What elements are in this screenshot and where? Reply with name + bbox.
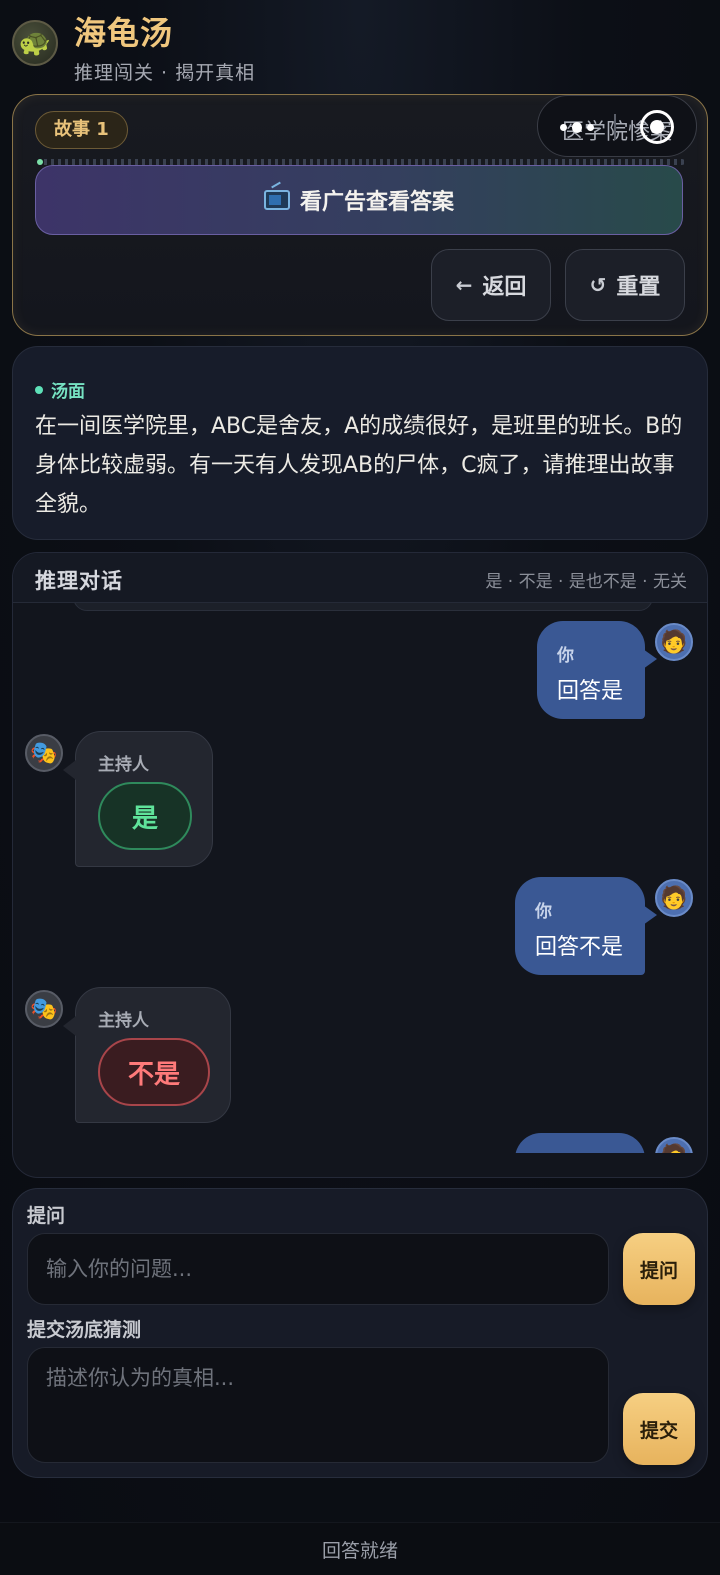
host-avatar: 🎭 <box>25 990 63 1028</box>
app-header: 🐢 海龟汤 推理闯关 · 揭开真相 <box>0 0 720 92</box>
dialog-card: 推理对话 是 · 不是 · 是也不是 · 无关 你 回答是 🧑 🎭 主持人 是 … <box>12 552 708 1178</box>
close-miniprogram-icon[interactable] <box>640 110 674 144</box>
scenario-text: 在一间医学院里，ABC是舍友，A的成绩很好，是班里的班长。B的身体比较虚弱。有一… <box>35 414 683 517</box>
message-text: 回答不是 <box>535 935 624 960</box>
guess-label: 提交汤底猜测 <box>27 1319 142 1341</box>
arrow-left-icon: ← <box>455 273 473 297</box>
user-avatar: 🧑 <box>655 879 693 917</box>
user-avatar: 🧑 <box>655 623 693 661</box>
reset-label: 重置 <box>616 275 661 300</box>
more-menu-icon[interactable] <box>560 121 594 133</box>
answer-legend: 是 · 不是 · 是也不是 · 无关 <box>485 572 687 592</box>
input-card: 提问 提问 提交汤底猜测 提交 <box>12 1188 708 1478</box>
ask-label: 提问 <box>27 1205 66 1227</box>
watch-ad-label: 看广告查看答案 <box>299 190 454 215</box>
capsule-divider <box>614 114 616 140</box>
chat-scroll-area[interactable]: 你 回答是 🧑 🎭 主持人 是 你 回答不是 🧑 🎭 主持人 不是 <box>13 603 707 1153</box>
user-message-partial <box>515 1133 645 1153</box>
user-message: 你 回答是 <box>537 621 657 719</box>
verdict-no-badge: 不是 <box>98 1038 210 1106</box>
status-bar: 回答就绪 <box>0 1522 720 1575</box>
watch-ad-answer-button[interactable]: 看广告查看答案 <box>35 165 683 235</box>
submit-guess-button[interactable]: 提交 <box>623 1393 695 1465</box>
back-button[interactable]: ← 返回 <box>431 249 551 321</box>
mini-program-capsule: 医学院惨案 <box>537 95 697 157</box>
dialog-title: 推理对话 <box>35 569 123 593</box>
story-progress-fill <box>37 159 44 165</box>
ask-button[interactable]: 提问 <box>623 1233 695 1305</box>
dot-icon <box>35 385 43 394</box>
previous-message-stub <box>73 603 653 611</box>
scenario-label: 汤面 <box>35 377 85 402</box>
reset-button[interactable]: ↺ 重置 <box>565 249 685 321</box>
story-number-badge: 故事 1 <box>35 111 128 149</box>
tv-icon <box>263 190 290 210</box>
scenario-label-text: 汤面 <box>51 382 85 402</box>
app-title: 海龟汤 <box>74 14 174 52</box>
message-sender: 你 <box>557 646 574 666</box>
user-message: 你 回答不是 <box>515 877 657 975</box>
message-sender: 主持人 <box>98 1011 149 1031</box>
reset-icon: ↺ <box>589 273 607 297</box>
message-sender: 你 <box>535 902 552 922</box>
host-message: 主持人 是 <box>63 731 213 867</box>
back-label: 返回 <box>482 275 527 300</box>
turtle-icon: 🐢 <box>12 20 58 66</box>
host-avatar: 🎭 <box>25 734 63 772</box>
message-text: 回答是 <box>557 679 624 704</box>
user-avatar: 🧑 <box>655 1137 693 1153</box>
verdict-yes-badge: 是 <box>98 782 192 850</box>
story-card: 故事 1 医学院惨案 看广告查看答案 ← 返回 ↺ 重置 <box>12 94 708 336</box>
host-message: 主持人 不是 <box>63 987 231 1123</box>
message-sender: 主持人 <box>98 755 149 775</box>
scenario-card: 汤面 在一间医学院里，ABC是舍友，A的成绩很好，是班里的班长。B的身体比较虚弱… <box>12 346 708 540</box>
guess-textarea[interactable] <box>27 1347 609 1463</box>
app-page: 🐢 海龟汤 推理闯关 · 揭开真相 故事 1 医学院惨案 看广告查看答案 ← 返… <box>0 0 720 1575</box>
question-input[interactable] <box>27 1233 609 1305</box>
app-subtitle: 推理闯关 · 揭开真相 <box>74 62 256 84</box>
dialog-header: 推理对话 是 · 不是 · 是也不是 · 无关 <box>13 553 707 603</box>
